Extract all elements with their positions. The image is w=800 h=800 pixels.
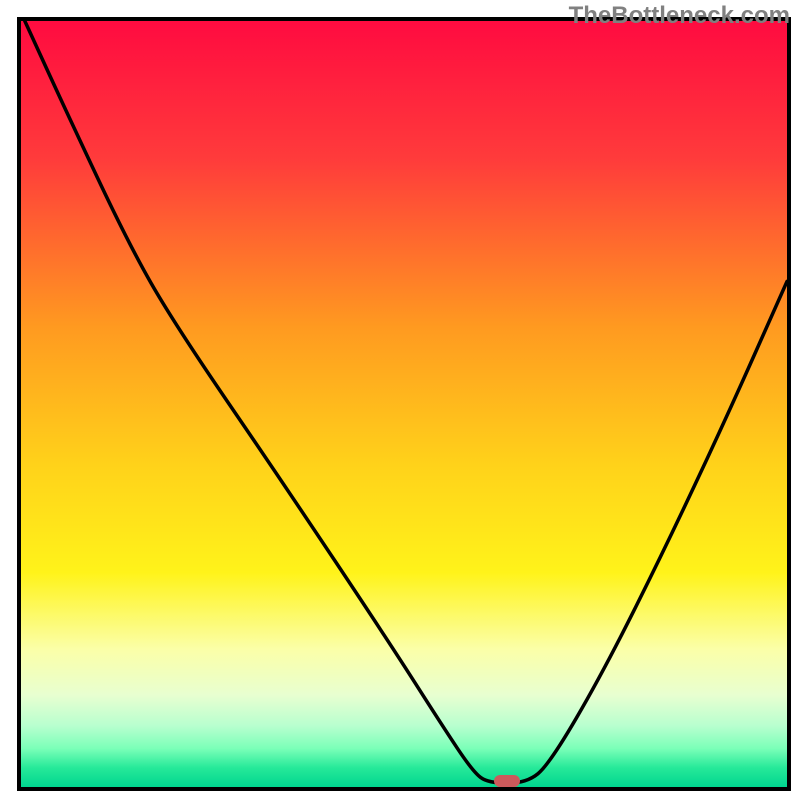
plot-area	[17, 17, 791, 791]
chart-container: TheBottleneck.com	[0, 0, 800, 800]
optimal-marker	[494, 775, 520, 787]
watermark-text: TheBottleneck.com	[569, 2, 790, 30]
curve-svg	[21, 21, 787, 787]
bottleneck-curve	[25, 21, 787, 783]
